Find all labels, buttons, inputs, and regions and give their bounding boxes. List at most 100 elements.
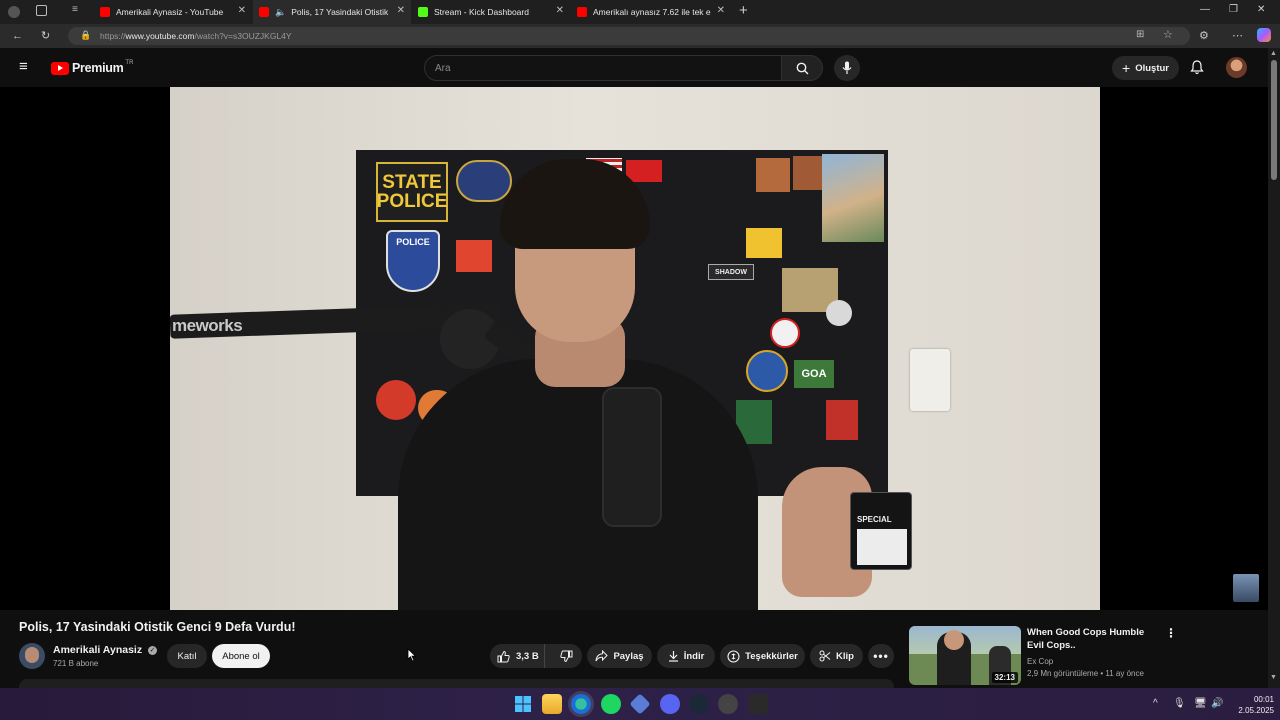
microphone-tray-icon[interactable]: 🎙 (1173, 698, 1186, 709)
voice-search-button[interactable] (834, 55, 860, 81)
microphone-icon (842, 61, 852, 74)
scroll-down-icon[interactable]: ▼ (1270, 674, 1277, 681)
steam-icon[interactable] (689, 694, 709, 714)
patch-text: STATE (382, 172, 442, 193)
copilot-icon[interactable] (1257, 28, 1271, 42)
browser-profile-icon[interactable] (8, 6, 20, 18)
youtube-premium-logo[interactable]: Premium TR (51, 59, 133, 77)
download-label: İndir (683, 650, 705, 662)
youtube-favicon-icon (100, 7, 110, 17)
close-tab-icon[interactable]: ✕ (556, 6, 564, 16)
tab-amerikali-762[interactable]: Amerikalı aynasız 7.62 ile tek elle ✕ (571, 0, 731, 24)
file-explorer-icon[interactable] (542, 694, 562, 714)
wall-text: meworks (172, 316, 243, 335)
taskbar-clock[interactable]: 00:01 2.05.2025 (1230, 694, 1274, 716)
share-icon (595, 650, 609, 662)
badge-text: SPECIAL (857, 515, 892, 524)
recommendation-channel[interactable]: Ex Cop (1027, 657, 1053, 666)
id-badge: SPECIAL (850, 492, 912, 570)
thanks-button[interactable]: Teşekkürler (720, 644, 805, 668)
search-input[interactable]: Ara (424, 55, 782, 81)
extensions-icon[interactable]: ⚙ (1199, 29, 1209, 43)
spotify-icon[interactable] (601, 694, 621, 714)
notifications-bell-icon[interactable] (1190, 60, 1204, 75)
start-windows-icon[interactable] (513, 694, 533, 714)
plus-icon: + (1122, 60, 1131, 76)
hamburger-menu-icon[interactable]: ≡ (19, 59, 28, 74)
recommendation-thumbnail[interactable]: 32:13 (909, 626, 1021, 685)
thumbs-up-icon (497, 650, 510, 662)
new-tab-icon[interactable]: + (739, 2, 748, 19)
channel-avatar[interactable] (19, 643, 45, 669)
maximize-icon[interactable]: ❐ (1229, 4, 1238, 15)
edge-browser-icon[interactable] (571, 694, 591, 714)
patch (756, 158, 790, 192)
back-icon[interactable]: ← (12, 29, 23, 43)
create-button[interactable]: + Oluştur (1112, 56, 1179, 80)
tray-overflow-icon[interactable]: ^ (1153, 698, 1158, 709)
tab-actions-icon[interactable]: ≡ (72, 4, 78, 15)
dislike-button[interactable] (550, 644, 582, 668)
tab-label: Polis, 17 Yasindaki Otistik Ge (291, 7, 389, 17)
search-placeholder: Ara (435, 63, 451, 74)
download-button[interactable]: İndir (657, 644, 715, 668)
app-available-icon[interactable]: ⊞ (1136, 29, 1144, 40)
channel-name[interactable]: Amerikali Aynasiz ✓ (53, 644, 158, 656)
speaker-icon[interactable]: 🔈 (275, 7, 286, 18)
network-icon[interactable]: 🖥 (1194, 698, 1207, 709)
patch (456, 240, 492, 272)
workspaces-icon[interactable] (36, 5, 47, 16)
person-torso (398, 359, 758, 610)
video-frame[interactable]: STATE POLICE POLICE SHADOW GOA meworks S… (170, 87, 1100, 610)
more-menu-icon[interactable]: ⋯ (1232, 29, 1243, 43)
subscribe-button[interactable]: Abone ol (212, 644, 270, 668)
address-bar[interactable]: 🔒 https://www.youtube.com/watch?v=s3OUZJ… (68, 27, 1190, 45)
scissors-icon (819, 650, 831, 662)
patch (746, 228, 782, 258)
page-scrollbar[interactable]: ▲ ▼ (1268, 48, 1280, 688)
close-tab-icon[interactable]: ✕ (238, 6, 246, 16)
site-info-icon[interactable]: 🔒 (80, 30, 91, 41)
patch-text: POLICE (376, 191, 448, 212)
subscriber-count: 721 B abone (53, 659, 99, 668)
close-tab-icon[interactable]: ✕ (397, 6, 405, 16)
badge-card (857, 529, 907, 565)
clip-label: Klip (836, 650, 854, 662)
tab-amerikali-youtube[interactable]: Amerikali Aynasiz - YouTube ✕ (94, 0, 252, 24)
more-actions-button[interactable]: ••• (868, 644, 894, 668)
scroll-up-icon[interactable]: ▲ (1270, 50, 1277, 57)
goa-patch: GOA (794, 360, 834, 388)
discord-icon[interactable] (660, 694, 680, 714)
join-button[interactable]: Katıl (167, 644, 207, 668)
tab-kick-dashboard[interactable]: Stream - Kick Dashboard ✕ (412, 0, 570, 24)
patch-text: POLICE (396, 237, 430, 247)
video-player[interactable]: STATE POLICE POLICE SHADOW GOA meworks S… (0, 87, 1268, 610)
url-text: https://www.youtube.com/watch?v=s3OUZJKG… (100, 31, 292, 41)
app-icon[interactable] (748, 694, 768, 714)
share-button[interactable]: Paylaş (587, 644, 652, 668)
minimize-icon[interactable]: — (1200, 4, 1210, 15)
favorite-star-icon[interactable]: ☆ (1163, 28, 1173, 41)
more-horizontal-icon: ••• (873, 649, 889, 663)
video-duration: 32:13 (991, 672, 1018, 683)
light-switch (910, 349, 950, 411)
like-button[interactable]: 3,3 B (490, 644, 546, 668)
like-count: 3,3 B (516, 650, 539, 662)
clip-button[interactable]: Klip (810, 644, 863, 668)
app-icon[interactable] (718, 694, 738, 714)
recommendation-title[interactable]: When Good Cops Humble Evil Cops.. (1027, 626, 1157, 652)
search-button[interactable] (781, 55, 823, 81)
scrollbar-thumb[interactable] (1271, 60, 1277, 180)
recommendation-menu-icon[interactable]: ⋮ (1165, 626, 1177, 640)
browser-tab-bar: ≡ Amerikali Aynasiz - YouTube ✕ 🔈 Polis,… (0, 0, 1280, 24)
close-window-icon[interactable]: ✕ (1257, 4, 1265, 15)
tab-current-video[interactable]: 🔈 Polis, 17 Yasindaki Otistik Ge ✕ (253, 0, 411, 24)
volume-icon[interactable]: 🔊 (1211, 698, 1223, 709)
close-tab-icon[interactable]: ✕ (717, 6, 725, 16)
account-avatar[interactable] (1226, 57, 1247, 78)
clock-time: 00:01 (1253, 695, 1274, 704)
miniplayer-thumbnail[interactable] (1233, 574, 1259, 602)
refresh-icon[interactable]: ↻ (41, 29, 50, 43)
police-shield-patch: POLICE (386, 230, 440, 292)
tab-label: Stream - Kick Dashboard (434, 7, 529, 17)
